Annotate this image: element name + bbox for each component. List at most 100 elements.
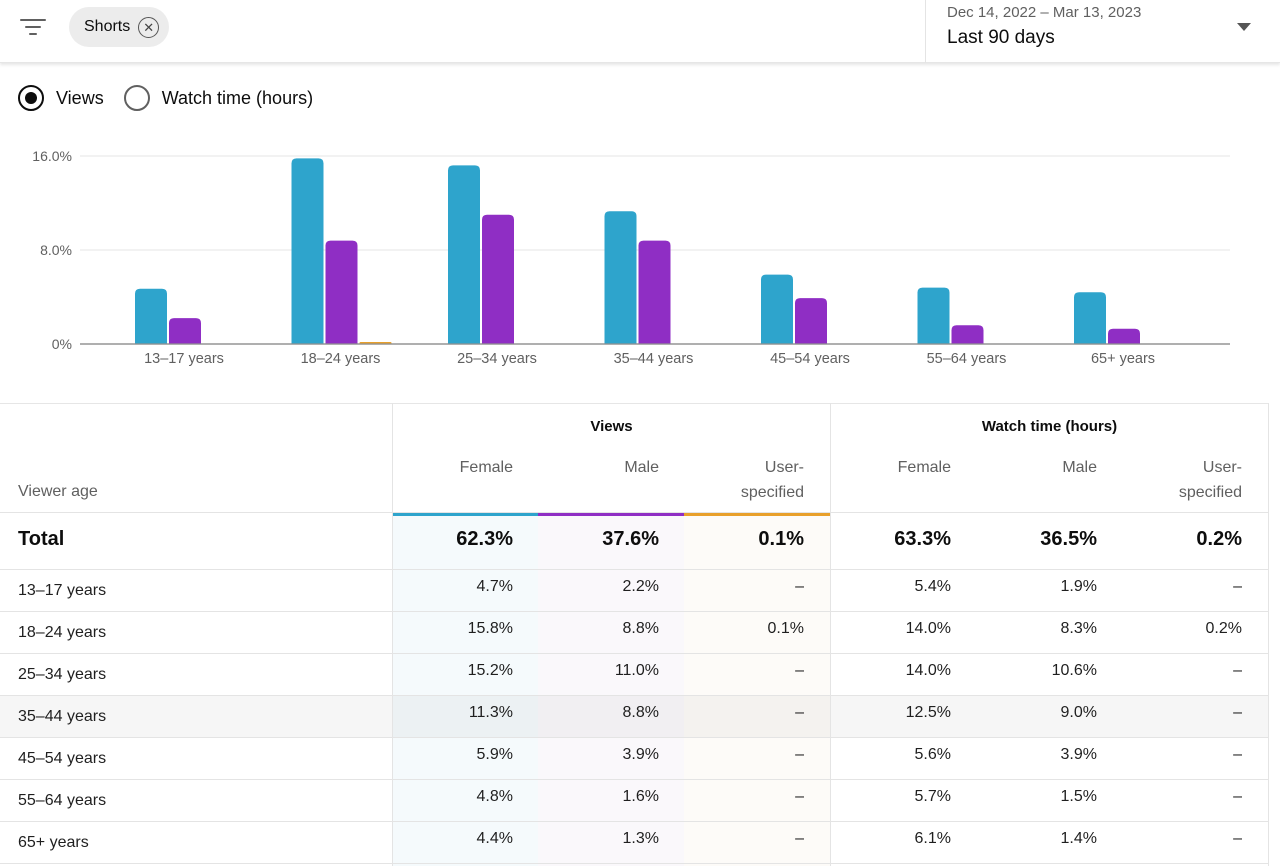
radio-watch-time[interactable]: Watch time (hours) xyxy=(123,85,314,111)
cell-views-female: 11.3% xyxy=(468,704,513,721)
total-views-male: 37.6% xyxy=(602,528,659,550)
cell-views-male: 1.6% xyxy=(622,788,659,805)
y-tick-label: 0% xyxy=(52,336,72,352)
column-header-watch-male[interactable]: Male xyxy=(983,455,1097,480)
row-divider xyxy=(0,779,1268,780)
group-header-watch-time: Watch time (hours) xyxy=(981,418,1118,435)
row-divider xyxy=(0,863,1268,864)
divider xyxy=(1268,403,1269,866)
cell-watch-female: 5.7% xyxy=(914,788,951,805)
column-header-watch-female[interactable]: Female xyxy=(838,455,951,480)
table-top-border xyxy=(0,403,1268,404)
dropdown-arrow-icon xyxy=(1237,23,1251,31)
age-gender-bar-chart: 0% 8.0% 16.0% 13–17 years 18–24 years 25–34 y… xyxy=(32,148,1230,367)
divider xyxy=(392,403,393,866)
total-row-label: Total xyxy=(18,528,65,550)
row-divider xyxy=(0,653,1268,654)
row-divider xyxy=(0,737,1268,738)
column-header-views-user-specified[interactable]: User- specified xyxy=(690,455,804,505)
bar-female-1[interactable] xyxy=(291,158,324,344)
user-specified-column-bg xyxy=(684,513,830,866)
cell-views-male: 8.8% xyxy=(622,704,659,721)
table-row-label: 65+ years xyxy=(18,834,89,851)
table-row-label: 45–54 years xyxy=(18,750,107,767)
cell-watch-female: 14.0% xyxy=(905,662,951,679)
cell-views-female: 15.8% xyxy=(467,620,513,637)
bar-male-1[interactable] xyxy=(325,240,358,344)
bar-male-2[interactable] xyxy=(482,214,514,344)
cell-watch-female: 6.1% xyxy=(914,830,951,847)
cell-watch-user-specified: – xyxy=(1233,830,1242,847)
total-watch-user-specified: 0.2% xyxy=(1196,528,1242,550)
bar-female-3[interactable] xyxy=(604,211,637,344)
x-tick-label: 45–54 years xyxy=(770,351,850,367)
cell-views-user-specified: – xyxy=(795,578,804,595)
cell-watch-user-specified: – xyxy=(1233,704,1242,721)
bar-female-2[interactable] xyxy=(448,165,480,344)
y-tick-label: 16.0% xyxy=(32,148,72,164)
cell-views-male: 3.9% xyxy=(622,746,659,763)
cell-watch-user-specified: 0.2% xyxy=(1205,620,1242,637)
cell-views-user-specified: – xyxy=(795,788,804,805)
bar-female-6[interactable] xyxy=(1074,292,1106,344)
date-range-label: Last 90 days xyxy=(947,27,1055,48)
bar-male-5[interactable] xyxy=(951,325,984,344)
cell-views-user-specified: 0.1% xyxy=(767,620,804,637)
cell-watch-male: 9.0% xyxy=(1060,704,1097,721)
row-divider xyxy=(0,569,1268,570)
cell-watch-female: 5.4% xyxy=(914,578,951,595)
column-header-views-female[interactable]: Female xyxy=(400,455,513,480)
y-tick-label: 8.0% xyxy=(40,242,72,258)
column-header-viewer-age: Viewer age xyxy=(18,483,98,500)
row-divider xyxy=(0,695,1268,696)
bar-male-0[interactable] xyxy=(169,318,201,344)
cell-views-female: 4.8% xyxy=(476,788,513,805)
cell-views-male: 1.3% xyxy=(622,830,659,847)
cell-views-female: 15.2% xyxy=(467,662,513,679)
bar-female-5[interactable] xyxy=(917,287,950,344)
cell-watch-male: 8.3% xyxy=(1060,620,1097,637)
x-tick-label: 55–64 years xyxy=(927,351,1007,367)
cell-views-user-specified: – xyxy=(795,704,804,721)
table-row-label: 18–24 years xyxy=(18,624,107,641)
row-divider xyxy=(0,611,1268,612)
x-tick-label: 25–34 years xyxy=(457,351,537,367)
bar-male-6[interactable] xyxy=(1108,328,1140,344)
total-views-user-specified: 0.1% xyxy=(758,528,804,550)
x-tick-label: 13–17 years xyxy=(144,351,224,367)
bar-female-0[interactable] xyxy=(135,288,167,344)
radio-selected-icon xyxy=(18,85,44,111)
cell-watch-male: 1.4% xyxy=(1060,830,1097,847)
date-range-dropdown[interactable]: Dec 14, 2022 – Mar 13, 2023 Last 90 days xyxy=(925,0,1280,63)
table-row-label: 55–64 years xyxy=(18,792,107,809)
cell-views-user-specified: – xyxy=(795,746,804,763)
cell-views-female: 4.4% xyxy=(476,830,513,847)
filter-list-icon[interactable] xyxy=(20,16,46,38)
divider xyxy=(830,403,831,866)
male-column-bg xyxy=(538,513,684,866)
cell-views-female: 4.7% xyxy=(476,578,513,595)
row-divider xyxy=(0,512,1268,513)
cell-views-user-specified: – xyxy=(795,830,804,847)
close-circle-icon[interactable]: ✕ xyxy=(138,16,160,38)
top-bar: Shorts ✕ Dec 14, 2022 – Mar 13, 2023 Las… xyxy=(0,0,1280,63)
cell-watch-female: 5.6% xyxy=(914,746,951,763)
radio-watch-time-label: Watch time (hours) xyxy=(161,87,314,108)
row-divider xyxy=(0,821,1268,822)
cell-watch-female: 12.5% xyxy=(905,704,951,721)
cell-watch-user-specified: – xyxy=(1233,662,1242,679)
radio-views-label: Views xyxy=(56,87,104,108)
radio-views[interactable]: Views xyxy=(18,85,104,111)
x-tick-label: 65+ years xyxy=(1091,351,1155,367)
filter-chip-shorts[interactable]: Shorts ✕ xyxy=(69,7,170,47)
radio-unselected-icon xyxy=(123,85,150,111)
cell-watch-user-specified: – xyxy=(1233,788,1242,805)
column-header-views-male[interactable]: Male xyxy=(545,455,659,480)
cell-watch-user-specified: – xyxy=(1233,746,1242,763)
bar-male-3[interactable] xyxy=(638,240,671,344)
column-header-watch-user-specified[interactable]: User- specified xyxy=(1128,455,1242,505)
cell-watch-male: 3.9% xyxy=(1060,746,1097,763)
bar-male-4[interactable] xyxy=(795,298,827,344)
bar-female-4[interactable] xyxy=(761,274,793,344)
group-header-views: Views xyxy=(590,418,633,435)
